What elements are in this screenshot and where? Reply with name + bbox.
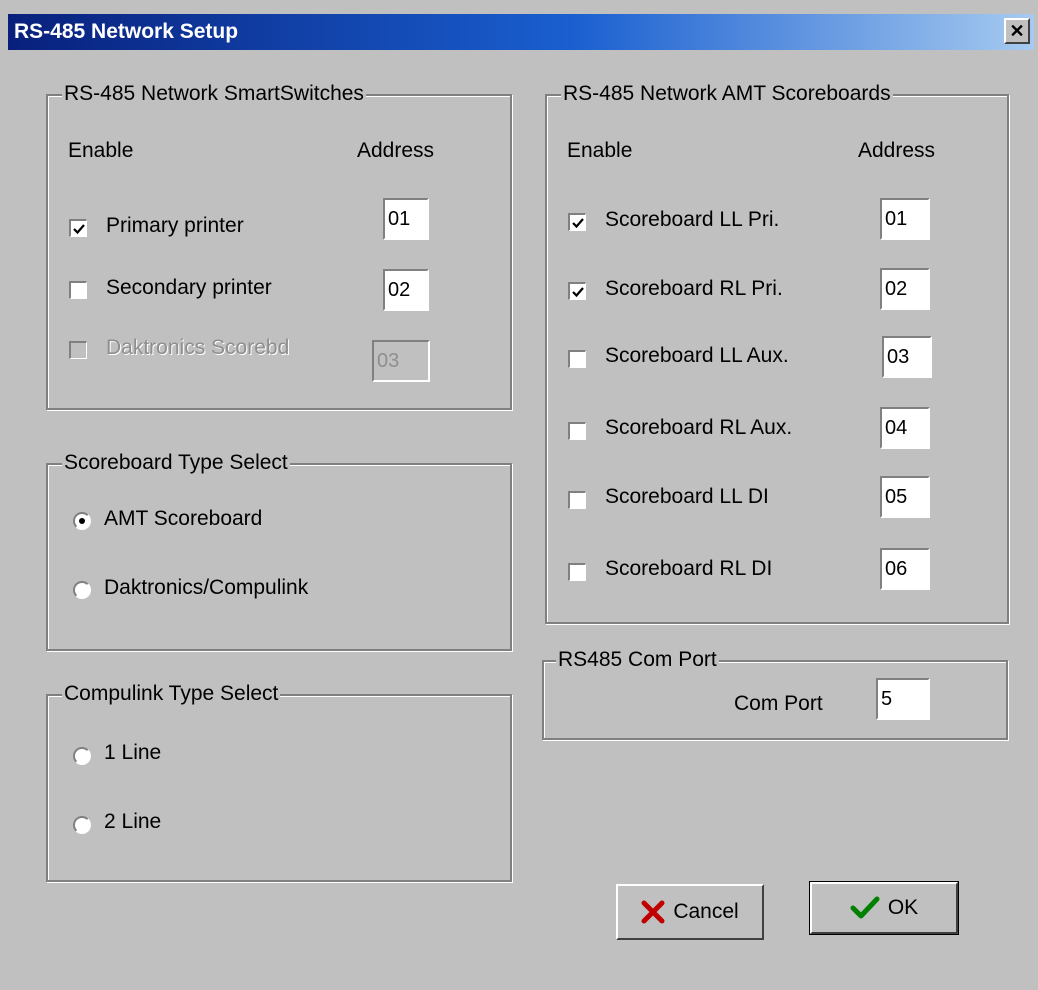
secondary-printer-checkbox[interactable] — [69, 281, 87, 299]
daktronics-compulink-radio[interactable] — [73, 581, 91, 599]
scoreboard-ll-aux-label[interactable]: Scoreboard LL Aux. — [605, 344, 789, 368]
ok-button[interactable]: OK — [809, 881, 959, 935]
com-port-input[interactable] — [876, 678, 930, 720]
scoreboard-rl-aux-label[interactable]: Scoreboard RL Aux. — [605, 416, 792, 440]
scoreboard-rl-di-label[interactable]: Scoreboard RL DI — [605, 557, 772, 581]
secondary-printer-label[interactable]: Secondary printer — [106, 276, 272, 300]
scoreboard-rl-pri-checkbox[interactable] — [568, 282, 586, 300]
smartswitches-group-title: RS-485 Network SmartSwitches — [62, 82, 366, 106]
scoreboard-rl-di-checkbox[interactable] — [568, 563, 586, 581]
primary-printer-address-input[interactable] — [383, 198, 429, 240]
scoreboard-ll-di-address-input[interactable] — [880, 476, 930, 518]
close-button[interactable]: ✕ — [1004, 18, 1030, 44]
scoreboard-rl-pri-label[interactable]: Scoreboard RL Pri. — [605, 277, 783, 301]
daktronics-scorebd-label: Daktronics Scorebd — [106, 336, 290, 359]
primary-printer-checkbox[interactable] — [69, 219, 87, 237]
two-line-radio[interactable] — [73, 816, 91, 834]
smartswitches-address-header: Address — [357, 139, 435, 162]
checkmark-icon — [571, 217, 584, 228]
title-bar[interactable]: RS-485 Network Setup ✕ — [8, 14, 1034, 50]
two-line-label[interactable]: 2 Line — [104, 810, 161, 834]
one-line-radio[interactable] — [73, 747, 91, 765]
dialog-window: RS-485 Network Setup ✕ RS-485 Network Sm… — [0, 0, 1038, 990]
compulink-type-group: Compulink Type Select — [46, 682, 512, 882]
primary-printer-label[interactable]: Primary printer — [106, 214, 244, 238]
checkmark-icon — [72, 223, 85, 234]
cancel-button-label: Cancel — [673, 900, 739, 923]
scoreboard-ll-pri-address-input[interactable] — [880, 198, 930, 240]
radio-selected-dot — [79, 518, 85, 524]
com-port-group-title: RS485 Com Port — [556, 648, 719, 672]
scoreboard-rl-aux-checkbox[interactable] — [568, 422, 586, 440]
scoreboard-type-group: Scoreboard Type Select — [46, 451, 512, 651]
com-port-label: Com Port — [734, 692, 823, 715]
ok-button-label: OK — [887, 896, 919, 919]
daktronics-compulink-label[interactable]: Daktronics/Compulink — [104, 576, 308, 600]
smartswitches-enable-header: Enable — [68, 139, 134, 162]
daktronics-scorebd-checkbox — [69, 341, 87, 359]
one-line-label[interactable]: 1 Line — [104, 741, 161, 765]
amt-scoreboard-radio[interactable] — [73, 512, 91, 530]
scoreboard-ll-pri-label[interactable]: Scoreboard LL Pri. — [605, 208, 779, 232]
scoreboard-ll-di-label[interactable]: Scoreboard LL DI — [605, 485, 769, 509]
scoreboard-rl-pri-address-input[interactable] — [880, 268, 930, 310]
scoreboard-ll-aux-address-input[interactable] — [882, 336, 932, 378]
amt-scoreboard-label[interactable]: AMT Scoreboard — [104, 507, 262, 531]
amt-address-header: Address — [858, 139, 936, 162]
scoreboard-rl-aux-address-input[interactable] — [880, 407, 930, 449]
secondary-printer-address-input[interactable] — [383, 269, 429, 311]
checkmark-icon — [850, 896, 880, 920]
window-title: RS-485 Network Setup — [14, 20, 239, 43]
scoreboard-ll-di-checkbox[interactable] — [568, 491, 586, 509]
amt-scoreboards-group-title: RS-485 Network AMT Scoreboards — [561, 82, 893, 106]
scoreboard-ll-pri-checkbox[interactable] — [568, 213, 586, 231]
scoreboard-type-group-title: Scoreboard Type Select — [62, 451, 290, 475]
daktronics-scorebd-address-input — [372, 340, 430, 382]
amt-enable-header: Enable — [567, 139, 633, 162]
compulink-type-group-title: Compulink Type Select — [62, 682, 281, 706]
x-mark-icon — [641, 900, 665, 924]
checkmark-icon — [571, 286, 584, 297]
close-icon: ✕ — [1009, 21, 1025, 41]
cancel-button[interactable]: Cancel — [616, 884, 764, 940]
scoreboard-rl-di-address-input[interactable] — [880, 548, 930, 590]
scoreboard-ll-aux-checkbox[interactable] — [568, 350, 586, 368]
